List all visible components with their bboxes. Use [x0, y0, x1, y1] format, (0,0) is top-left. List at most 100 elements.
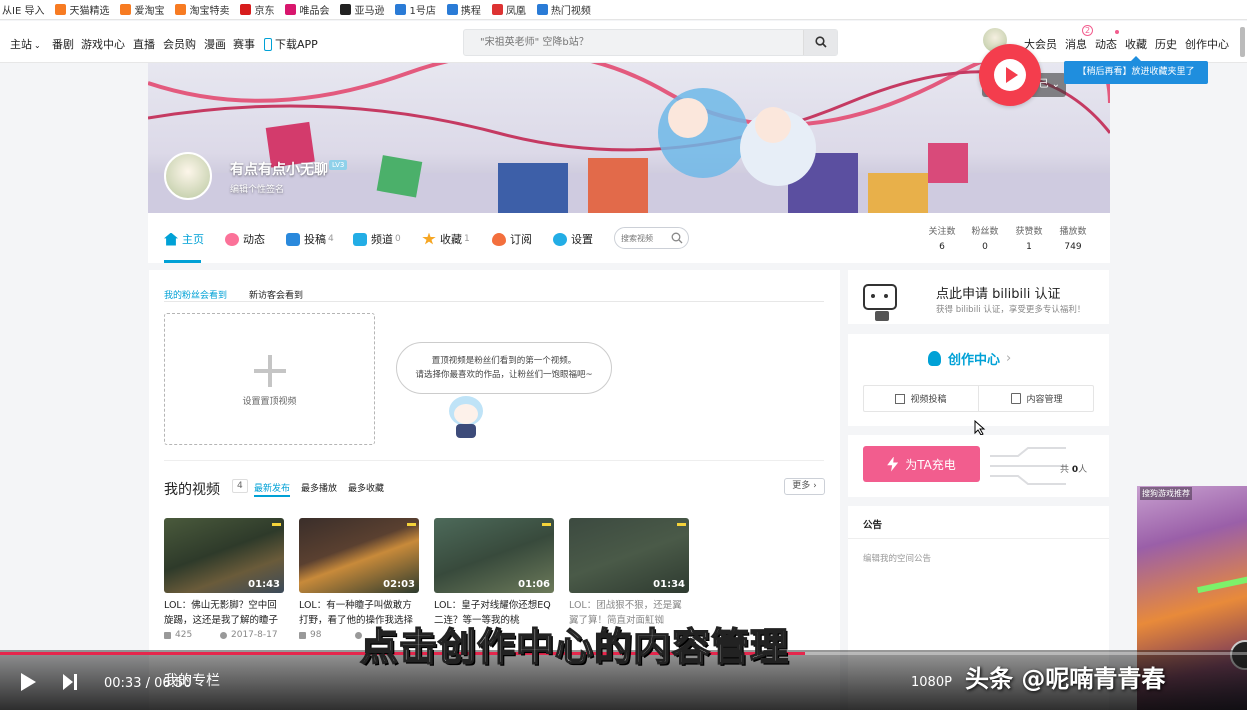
nav-anime[interactable]: 番剧: [52, 36, 74, 52]
tab-favorites[interactable]: 收藏 1: [422, 231, 470, 247]
play-float-button[interactable]: [979, 44, 1041, 106]
video-thumbnail[interactable]: 01:43: [164, 518, 284, 593]
video-title[interactable]: LOL：佛山无影脚？空中回旋踢，这还是我了解的矎子吗？: [164, 598, 284, 628]
nav-history[interactable]: 历史: [1155, 36, 1177, 52]
bookmark-item[interactable]: 1号店: [395, 2, 436, 17]
video-thumbnail[interactable]: 02:03: [299, 518, 419, 593]
channel-icon: [353, 232, 367, 246]
sort-active-line: [254, 495, 290, 497]
tab-settings[interactable]: 设置: [553, 231, 593, 247]
nav-shop[interactable]: 会员购: [163, 36, 196, 52]
stat-plays: 播放数 749: [1059, 227, 1087, 252]
nav-esports[interactable]: 赛事: [233, 36, 255, 52]
banner-illustration: [148, 63, 1110, 213]
chevron-right-icon: ›: [810, 481, 817, 491]
message-badge: 2: [1082, 25, 1093, 36]
nav-messages[interactable]: 消息: [1065, 36, 1087, 52]
sort-most-favorited[interactable]: 最多收藏: [348, 481, 384, 494]
creation-center-link[interactable]: 创作中心 ›: [928, 349, 1011, 368]
profile-signature[interactable]: 编辑个性签名: [230, 182, 284, 195]
bookmark-icon: [491, 4, 503, 15]
gear-icon: [553, 232, 567, 246]
chevron-right-icon: ›: [1006, 351, 1012, 366]
notice-edit[interactable]: 编辑我的空间公告: [863, 552, 931, 564]
next-icon[interactable]: [61, 672, 79, 692]
tab-subscriptions[interactable]: 订阅: [492, 231, 532, 247]
bookmark-icon: [340, 4, 352, 15]
tab-uploads[interactable]: 投稿 4: [286, 231, 334, 247]
bookmark-item[interactable]: 携程: [446, 2, 481, 17]
charge-button[interactable]: 为TA充电: [863, 446, 980, 482]
bookmark-icon: [285, 4, 297, 15]
bookmark-item[interactable]: 天猫精选: [55, 2, 109, 17]
nav-live[interactable]: 直播: [133, 36, 155, 52]
profile-tabs: 主页 动态 投稿4 频道0 收藏1 订阅 设置 关注数6 粉丝数0 获赞数1 播…: [148, 213, 1110, 263]
video-thumbnail[interactable]: 01:06: [434, 518, 554, 593]
section-divider: [164, 460, 824, 461]
subtab-visitors[interactable]: 新访客会看到: [249, 288, 303, 301]
set-top-video-box[interactable]: 设置置顶视频: [164, 313, 375, 445]
video-card[interactable]: 01:43 LOL：佛山无影脚？空中回旋踢，这还是我了解的矎子吗？ 425201…: [164, 518, 284, 640]
bookmark-icon: [55, 4, 67, 15]
content-manage-button[interactable]: 内容管理: [980, 386, 1094, 411]
bookmark-item[interactable]: 从IE 导入: [2, 2, 44, 17]
bookmark-item[interactable]: 热门视频: [536, 2, 591, 17]
creation-buttons: 视频投稿 内容管理: [863, 385, 1094, 412]
tab-dynamic[interactable]: 动态: [225, 231, 265, 247]
nav-download-app[interactable]: 下载APP: [264, 36, 318, 52]
quality-selector[interactable]: 1080P: [911, 675, 952, 690]
nav-favorites[interactable]: 收藏: [1125, 36, 1147, 52]
nav-game-center[interactable]: 游戏中心: [81, 36, 125, 52]
bookmark-item[interactable]: 京东: [240, 2, 274, 17]
video-card[interactable]: 01:06 LOL：皇子对线耀你还想EQ二连？等一等我的桃: [434, 518, 554, 628]
bookmark-item[interactable]: 爱淘宝: [120, 2, 164, 17]
profile-avatar[interactable]: [164, 152, 212, 200]
charge-card: 为TA充电 共 0人: [848, 435, 1109, 497]
nav-home[interactable]: 主站 ⌄: [10, 36, 41, 52]
chevron-down-icon: ⌄: [34, 41, 41, 50]
search-input[interactable]: [464, 30, 804, 55]
bookmarks-bar: 从IE 导入 天猫精选 爱淘宝 淘宝特卖 京东 唯品会 亚马逊 1号店 携程 凤凰 热门视频: [0, 0, 1247, 20]
play-icon[interactable]: [19, 672, 37, 692]
sort-latest[interactable]: 最新发布: [254, 481, 290, 494]
plus-icon: [254, 355, 286, 387]
auth-card[interactable]: 点此申请 bilibili 认证 获得 bilibili 认证，享受更多专认福利…: [848, 270, 1109, 324]
video-card[interactable]: 01:34 LOL：团战狠不狠，还是翼翼了算！简直对面魟铷: [569, 518, 689, 628]
auth-title[interactable]: 点此申请 bilibili 认证: [936, 283, 1060, 302]
stat-fans[interactable]: 粉丝数 0: [965, 224, 1005, 252]
mascot-girl: [443, 392, 489, 438]
notice-divider: [848, 538, 1109, 539]
nav-comic[interactable]: 漫画: [204, 36, 226, 52]
sort-most-played[interactable]: 最多播放: [301, 481, 337, 494]
scroll-thumb[interactable]: [1240, 27, 1245, 57]
subtab-fans[interactable]: 我的粉丝会看到: [164, 288, 227, 301]
manage-icon: [1011, 393, 1022, 404]
stat-following[interactable]: 关注数 6: [922, 224, 962, 252]
bookmark-item[interactable]: 凤凰: [491, 2, 526, 17]
search-button[interactable]: [803, 30, 837, 55]
bookmark-item[interactable]: 淘宝特卖: [175, 2, 229, 17]
bookmark-item[interactable]: 亚马逊: [340, 2, 384, 17]
active-tab-indicator: [164, 260, 201, 263]
star-icon: [422, 232, 436, 245]
lightbulb-icon: [928, 351, 941, 366]
tab-channels[interactable]: 频道 0: [353, 231, 401, 247]
home-icon: [164, 232, 178, 246]
bookmark-item[interactable]: 唯品会: [285, 2, 329, 17]
play-count-icon: [164, 631, 171, 639]
bookmark-icon: [240, 4, 252, 15]
more-button[interactable]: 更多 ›: [784, 478, 825, 495]
tip-bubble: 置顶视频是粉丝们看到的第一个视频。 请选择你最喜欢的作品，让粉丝们一饱眼福吧~: [396, 342, 612, 394]
tab-search-input[interactable]: [621, 231, 669, 245]
notice-title: 公告: [863, 520, 883, 531]
nav-creation-center[interactable]: 创作中心: [1185, 36, 1229, 52]
video-upload-button[interactable]: 视频投稿: [864, 386, 979, 411]
charge-total: 共 0人: [1060, 465, 1088, 475]
nav-dynamic[interactable]: 动态: [1095, 36, 1117, 52]
upload-icon: [895, 393, 906, 404]
set-top-label: 设置置顶视频: [242, 397, 297, 407]
video-thumbnail[interactable]: 01:34: [569, 518, 689, 593]
level-badge: LV3: [329, 160, 348, 170]
tab-home[interactable]: 主页: [164, 231, 204, 247]
search-icon[interactable]: [671, 232, 683, 244]
